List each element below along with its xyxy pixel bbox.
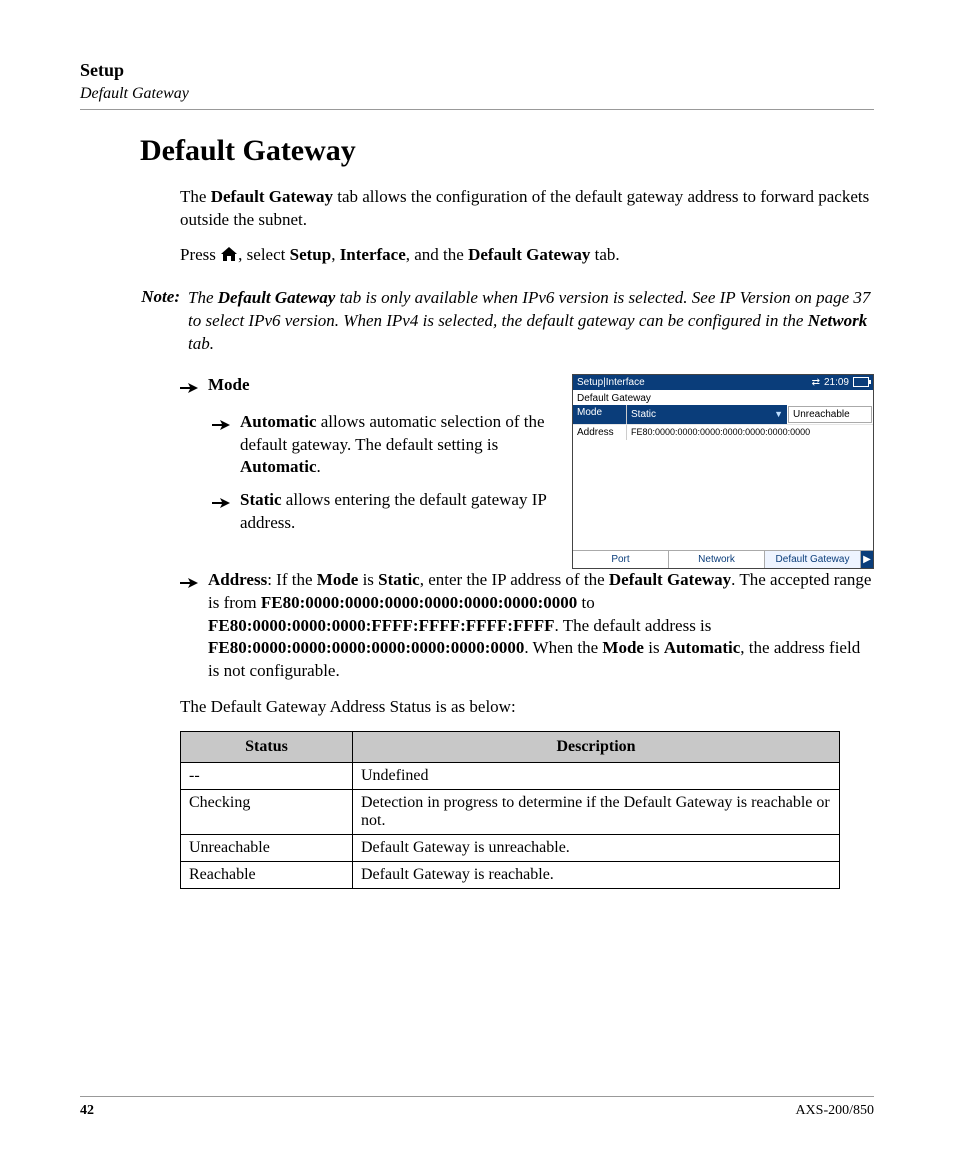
th-description: Description <box>353 732 840 763</box>
text: allows entering the default gateway IP a… <box>240 490 546 532</box>
status-table: Status Description -- Undefined Checking… <box>180 731 840 889</box>
text: . When the <box>524 638 602 657</box>
text: is <box>644 638 664 657</box>
text-bold: Mode <box>208 375 250 394</box>
table-row: Reachable Default Gateway is reachable. <box>181 862 840 889</box>
table-row: Unreachable Default Gateway is unreachab… <box>181 835 840 862</box>
header-section: Default Gateway <box>80 85 874 103</box>
text-bold: Setup <box>290 245 332 264</box>
ss-time: 21:09 <box>824 377 849 388</box>
text-bold: Static <box>240 490 282 509</box>
battery-icon <box>853 377 869 387</box>
cell-desc: Default Gateway is unreachable. <box>353 835 840 862</box>
text-bold: Network <box>808 311 868 330</box>
model-number: AXS-200/850 <box>795 1103 874 1119</box>
home-icon <box>220 246 238 269</box>
intro-paragraph-2: Press , select Setup, Interface, and the… <box>180 244 874 269</box>
ss-address-field[interactable]: FE80:0000:0000:0000:0000:0000:0000:0000 <box>627 425 873 440</box>
ss-network-icon: ⇄ <box>812 377 820 388</box>
text-bold: Automatic <box>240 457 316 476</box>
text: : If the <box>267 570 317 589</box>
ss-mode-row: Mode Static ▼ Unreachable <box>573 405 873 424</box>
cell-desc: Default Gateway is reachable. <box>353 862 840 889</box>
text-bold: FE80:0000:0000:0000:FFFF:FFFF:FFFF:FFFF <box>208 616 555 635</box>
cell-status: Unreachable <box>181 835 353 862</box>
cell-desc: Detection in progress to determine if th… <box>353 790 840 835</box>
text-bold: Mode <box>602 638 644 657</box>
header-rule <box>80 109 874 110</box>
text: . The default address is <box>555 616 712 635</box>
ss-mode-value: Static <box>631 409 656 420</box>
text: tab. <box>188 334 214 353</box>
text: is <box>358 570 378 589</box>
header-chapter: Setup <box>80 60 874 81</box>
page-title: Default Gateway <box>140 134 874 168</box>
text-bold: Interface <box>340 245 406 264</box>
ss-tab-default-gateway[interactable]: Default Gateway <box>765 551 861 568</box>
ss-tab-network[interactable]: Network <box>669 551 765 568</box>
text: The <box>180 187 211 206</box>
page-number: 42 <box>80 1103 94 1119</box>
text: Press <box>180 245 220 264</box>
text-bold: Default Gateway <box>609 570 731 589</box>
text-bold: Address <box>208 570 267 589</box>
text-bold: Default Gateway <box>211 187 333 206</box>
text: . <box>316 457 320 476</box>
ss-address-value: FE80:0000:0000:0000:0000:0000:0000:0000 <box>631 427 810 437</box>
bullet-arrow-icon <box>212 493 230 516</box>
text: , <box>331 245 340 264</box>
bullet-arrow-icon <box>180 573 198 596</box>
th-status: Status <box>181 732 353 763</box>
bullet-arrow-icon <box>212 415 230 438</box>
text-bold: FE80:0000:0000:0000:0000:0000:0000:0000 <box>208 638 524 657</box>
text: , select <box>238 245 289 264</box>
intro-paragraph-1: The Default Gateway tab allows the confi… <box>180 186 874 232</box>
cell-desc: Undefined <box>353 763 840 790</box>
ss-mode-dropdown[interactable]: Static ▼ <box>627 405 787 424</box>
note-label: Note: <box>100 287 188 356</box>
bullet-automatic: Automatic allows automatic selection of … <box>212 411 558 480</box>
ss-tabstrip: Port Network Default Gateway ▶ <box>573 550 873 568</box>
ss-tab-port[interactable]: Port <box>573 551 669 568</box>
page-footer: 42 AXS-200/850 <box>80 1096 874 1119</box>
cell-status: Checking <box>181 790 353 835</box>
table-row: Checking Detection in progress to determ… <box>181 790 840 835</box>
text-bold: Automatic <box>240 412 316 431</box>
bullet-arrow-icon <box>180 378 198 401</box>
chevron-down-icon: ▼ <box>774 409 783 419</box>
text-bold: FE80:0000:0000:0000:0000:0000:0000:0000 <box>261 593 577 612</box>
bullet-address: Address: If the Mode is Static, enter th… <box>180 569 874 684</box>
embedded-screenshot: Setup|Interface ⇄ 21:09 Default Gateway … <box>572 374 874 569</box>
table-row: -- Undefined <box>181 763 840 790</box>
text-bold: Default Gateway <box>218 288 336 307</box>
ss-status-value: Unreachable <box>788 406 872 423</box>
cell-status: -- <box>181 763 353 790</box>
text: to <box>577 593 594 612</box>
bullet-static: Static allows entering the default gatew… <box>212 489 558 535</box>
ss-section-title: Default Gateway <box>573 390 873 405</box>
text-bold: Automatic <box>664 638 740 657</box>
cell-status: Reachable <box>181 862 353 889</box>
text-bold: Static <box>378 570 420 589</box>
note-block: Note: The Default Gateway tab is only av… <box>100 287 874 356</box>
text: , enter the IP address of the <box>420 570 609 589</box>
text: tab. <box>590 245 619 264</box>
text-bold: Default Gateway <box>468 245 590 264</box>
ss-address-label: Address <box>573 425 627 440</box>
status-intro: The Default Gateway Address Status is as… <box>180 697 874 717</box>
ss-tab-scroll-right-icon[interactable]: ▶ <box>861 551 873 568</box>
ss-titlebar: Setup|Interface ⇄ 21:09 <box>573 375 873 390</box>
text: The <box>188 288 218 307</box>
ss-address-row: Address FE80:0000:0000:0000:0000:0000:00… <box>573 424 873 440</box>
ss-title-text: Setup|Interface <box>577 377 645 388</box>
note-body: The Default Gateway tab is only availabl… <box>188 287 874 356</box>
text-bold: Mode <box>317 570 359 589</box>
bullet-mode: Mode <box>180 374 558 401</box>
ss-empty-area <box>573 440 873 550</box>
text: , and the <box>406 245 468 264</box>
ss-mode-label: Mode <box>573 405 627 424</box>
